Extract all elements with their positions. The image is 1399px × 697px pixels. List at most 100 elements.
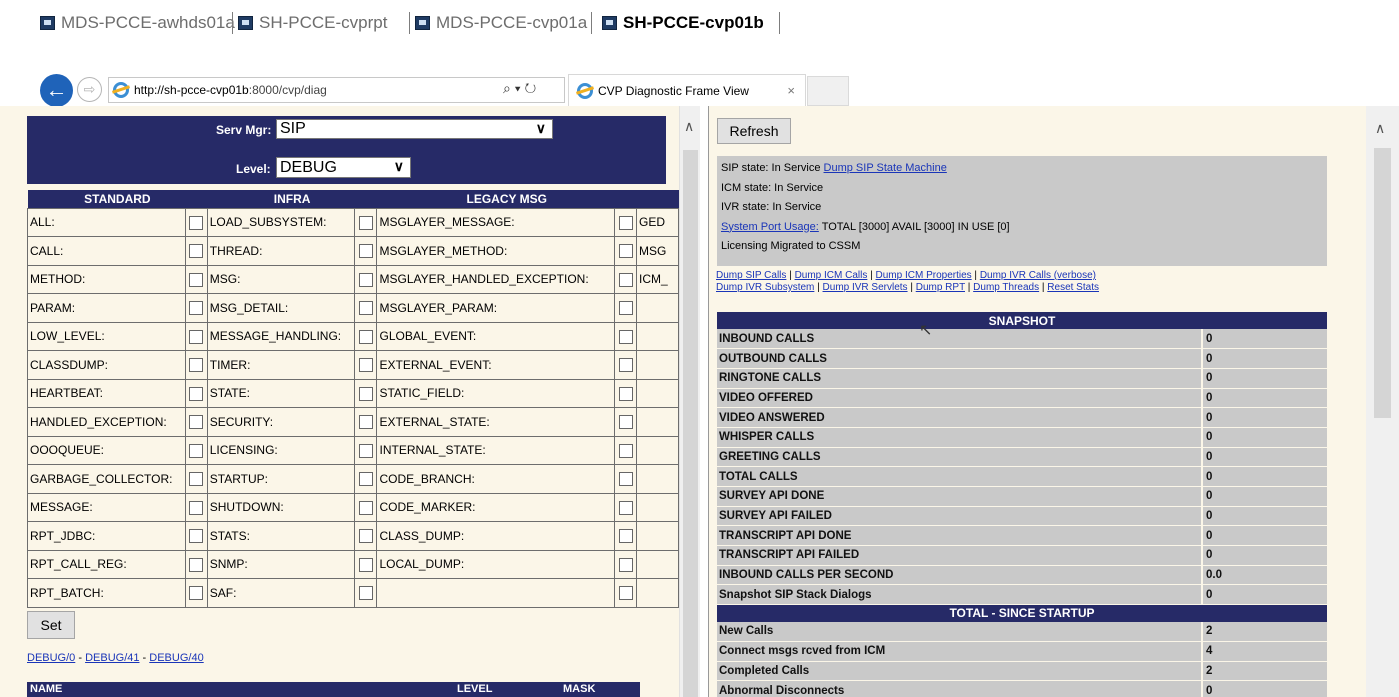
rdp-tab-divider — [591, 12, 592, 34]
port-usage-link[interactable]: System Port Usage: — [721, 221, 819, 233]
trace-checkbox[interactable] — [358, 443, 373, 458]
scrollbar-thumb[interactable] — [683, 150, 698, 697]
trace-checkbox[interactable] — [358, 301, 373, 316]
trace-checkbox[interactable] — [189, 586, 204, 601]
debug-link[interactable]: DEBUG/0 — [27, 652, 75, 664]
trace-checkbox[interactable] — [618, 529, 633, 544]
scroll-up-icon[interactable]: ∧ — [1375, 120, 1385, 137]
trace-checkbox[interactable] — [618, 272, 633, 287]
dump-link[interactable]: Dump IVR Subsystem — [716, 282, 814, 293]
trace-checkbox[interactable] — [189, 329, 204, 344]
stats-table: SNAPSHOT INBOUND CALLS 0 OUTBOUND CALLS 0 RIN… — [717, 312, 1327, 697]
trace-checkbox[interactable] — [618, 415, 633, 430]
trace-checkbox[interactable] — [618, 386, 633, 401]
trace-checkbox[interactable] — [358, 586, 373, 601]
dump-link[interactable]: Dump RPT — [916, 282, 965, 293]
trace-checkbox[interactable] — [358, 272, 373, 287]
dump-link[interactable]: Reset Stats — [1047, 282, 1099, 293]
level-select[interactable]: DEBUG ∨ — [276, 157, 411, 178]
checkbox-cell — [614, 578, 637, 608]
forward-button[interactable]: ⇨ — [77, 77, 102, 102]
trace-checkbox[interactable] — [618, 244, 633, 259]
back-button[interactable]: ← — [40, 74, 73, 107]
serv-mgr-panel: Serv Mgr: SIP ∨ Level: DEBUG ∨ — [27, 116, 666, 184]
trace-label-cell: CODE_MARKER: — [376, 492, 615, 522]
new-tab-button[interactable] — [807, 76, 849, 106]
trace-checkbox[interactable] — [358, 529, 373, 544]
trace-checkbox[interactable] — [189, 443, 204, 458]
trace-checkbox[interactable] — [358, 500, 373, 515]
search-refresh-icons[interactable]: ⌕ ▾ ↻ — [503, 80, 536, 97]
chevron-down-icon: ∨ — [393, 158, 404, 174]
right-frame-scrollbar[interactable]: ∧ — [1366, 106, 1399, 697]
trace-checkbox[interactable] — [358, 215, 373, 230]
rdp-tab[interactable]: MDS-PCCE-awhds01a — [40, 10, 235, 36]
trace-checkbox[interactable] — [189, 557, 204, 572]
trace-label-cell: PARAM: — [27, 293, 186, 323]
serv-mgr-select[interactable]: SIP ∨ — [276, 119, 553, 139]
checkbox-cell — [354, 378, 378, 408]
address-bar[interactable]: http://sh-pcce-cvp01b:8000/cvp/diag — [108, 77, 565, 103]
trace-checkbox[interactable] — [358, 244, 373, 259]
rdp-tab[interactable]: SH-PCCE-cvprpt — [238, 10, 387, 36]
set-button[interactable]: Set — [27, 611, 75, 639]
trace-checkbox[interactable] — [618, 586, 633, 601]
trace-label-cell: GLOBAL_EVENT: — [376, 321, 615, 351]
close-tab-icon[interactable]: × — [787, 83, 795, 98]
trace-checkbox[interactable] — [189, 215, 204, 230]
checkbox-cell — [614, 407, 637, 437]
trace-checkbox[interactable] — [358, 472, 373, 487]
stat-name: RINGTONE CALLS — [717, 368, 1202, 389]
link-separator: | — [971, 270, 980, 281]
trace-checkbox[interactable] — [189, 244, 204, 259]
trace-checkbox[interactable] — [189, 415, 204, 430]
trace-checkbox[interactable] — [189, 301, 204, 316]
checkbox-cell — [184, 549, 208, 579]
debug-link[interactable]: DEBUG/40 — [149, 652, 203, 664]
trace-checkbox[interactable] — [618, 472, 633, 487]
trace-label-cell: STARTUP: — [206, 464, 356, 494]
stat-value: 0 — [1201, 584, 1327, 606]
trace-label-cell: GARBAGE_COLLECTOR: — [27, 464, 186, 494]
trace-checkbox[interactable] — [618, 215, 633, 230]
trace-checkbox[interactable] — [618, 557, 633, 572]
trace-checkbox[interactable] — [618, 443, 633, 458]
link-separator: - — [139, 652, 150, 664]
scrollbar-thumb[interactable] — [1374, 148, 1391, 418]
stat-name: VIDEO OFFERED — [717, 388, 1202, 409]
checkbox-cell — [184, 350, 208, 380]
trace-label-cell — [636, 549, 679, 579]
stat-name: TRANSCRIPT API FAILED — [717, 545, 1202, 566]
trace-checkbox[interactable] — [189, 358, 204, 373]
scroll-up-icon[interactable]: ∧ — [684, 118, 694, 135]
trace-checkbox[interactable] — [358, 386, 373, 401]
left-frame-scrollbar[interactable]: ∧ — [679, 106, 700, 697]
dump-link[interactable]: Dump IVR Servlets — [823, 282, 908, 293]
dump-link[interactable]: Dump Threads — [973, 282, 1039, 293]
trace-checkbox[interactable] — [618, 500, 633, 515]
dump-sip-state-link[interactable]: Dump SIP State Machine — [824, 162, 947, 174]
dump-link[interactable]: Dump IVR Calls (verbose) — [980, 270, 1096, 281]
debug-link[interactable]: DEBUG/41 — [85, 652, 139, 664]
rdp-tab-active[interactable]: SH-PCCE-cvp01b — [602, 10, 764, 36]
trace-checkbox[interactable] — [189, 500, 204, 515]
rdp-tab[interactable]: MDS-PCCE-cvp01a — [415, 10, 587, 36]
trace-checkbox[interactable] — [618, 301, 633, 316]
refresh-button[interactable]: Refresh — [717, 118, 791, 144]
trace-checkbox[interactable] — [358, 329, 373, 344]
trace-checkbox[interactable] — [618, 329, 633, 344]
trace-checkbox[interactable] — [358, 358, 373, 373]
table-row: RPT_JDBC: STATS: CLASS_DUMP: — [27, 521, 679, 551]
trace-checkbox[interactable] — [189, 272, 204, 287]
browser-tab-active[interactable]: CVP Diagnostic Frame View × — [568, 74, 806, 106]
trace-checkbox[interactable] — [618, 358, 633, 373]
dump-link[interactable]: Dump ICM Properties — [876, 270, 972, 281]
trace-checkbox[interactable] — [358, 557, 373, 572]
trace-checkbox[interactable] — [358, 415, 373, 430]
trace-checkbox[interactable] — [189, 472, 204, 487]
dump-link[interactable]: Dump SIP Calls — [716, 270, 786, 281]
trace-label-cell: SECURITY: — [206, 407, 356, 437]
trace-checkbox[interactable] — [189, 386, 204, 401]
trace-checkbox[interactable] — [189, 529, 204, 544]
dump-link[interactable]: Dump ICM Calls — [795, 270, 868, 281]
